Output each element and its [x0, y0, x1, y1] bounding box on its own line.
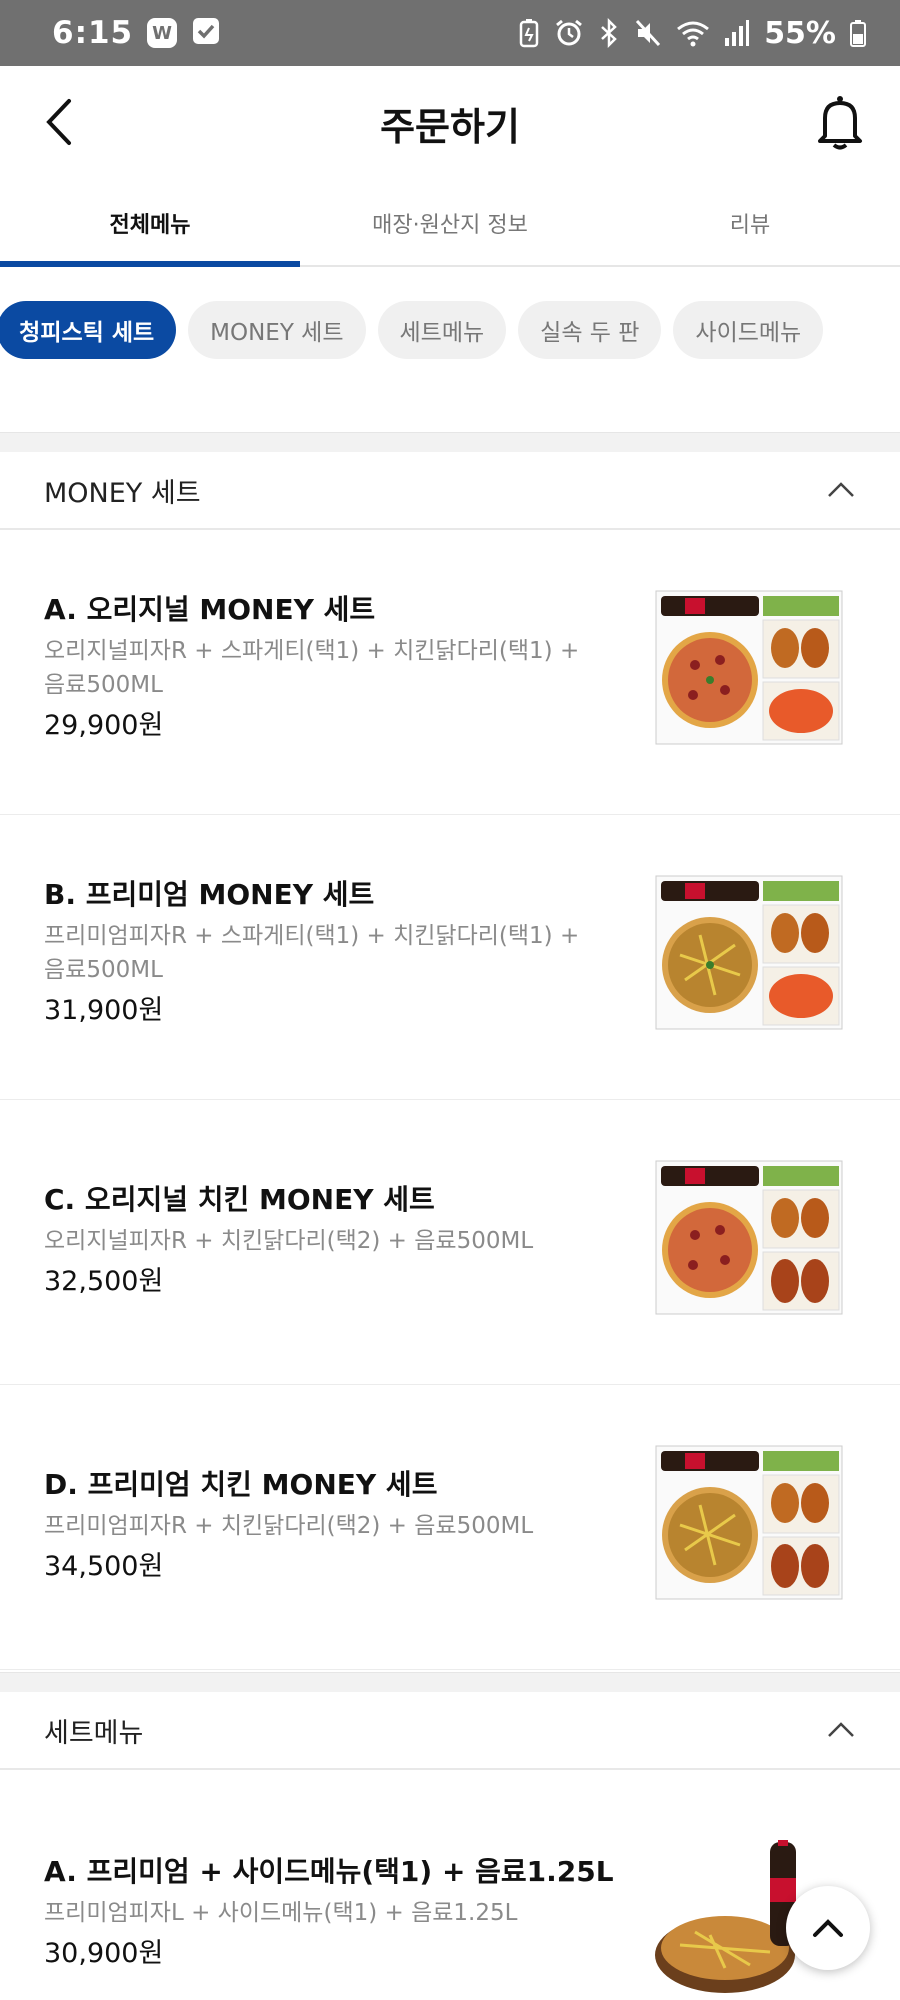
page-title: 주문하기: [380, 105, 520, 149]
tab-store-info[interactable]: 매장·원산지 정보: [300, 181, 600, 265]
chevron-up-icon: [828, 1722, 854, 1737]
status-bar: 6:15 W 55%: [0, 0, 900, 66]
set-box-image: [655, 1160, 843, 1315]
item-price: 29,900원: [44, 710, 164, 741]
scroll-top-button[interactable]: [786, 1886, 870, 1970]
tab-reviews[interactable]: 리뷰: [600, 181, 900, 265]
category-chip-row: 트 청피스틱 세트 MONEY 세트 세트메뉴 실속 두 판 사이드메뉴: [0, 267, 900, 432]
item-price: 34,500원: [44, 1551, 164, 1582]
menu-item[interactable]: A. 프리미엄 + 사이드메뉴(택1) + 음료1.25L 프리미엄피자L + …: [0, 1770, 900, 2000]
item-description: 오리지널피자R + 치킨닭다리(택2) + 음료500ML: [44, 1228, 534, 1254]
battery-icon: [850, 18, 866, 48]
menu-tabs: 전체메뉴 매장·원산지 정보 리뷰: [0, 181, 900, 267]
item-description: 오리지널피자R + 스파게티(택1) + 치킨닭다리(택1) + 음료500ML: [44, 638, 580, 698]
mute-icon: [634, 18, 662, 48]
category-chip[interactable]: 사이드메뉴: [673, 301, 824, 359]
item-description: 프리미엄피자R + 스파게티(택1) + 치킨닭다리(택1) + 음료500ML: [44, 923, 580, 983]
item-price: 31,900원: [44, 995, 164, 1026]
menu-item[interactable]: B. 프리미엄 MONEY 세트 프리미엄피자R + 스파게티(택1) + 치킨…: [0, 815, 900, 1100]
item-description: 프리미엄피자L + 사이드메뉴(택1) + 음료1.25L: [44, 1900, 518, 1926]
bell-icon: [818, 96, 862, 150]
category-chip[interactable]: 실속 두 판: [518, 301, 662, 359]
item-name: C. 오리지널 치킨 MONEY 세트: [44, 1183, 435, 1216]
category-chip[interactable]: 세트메뉴: [377, 301, 507, 359]
item-name: A. 프리미엄 + 사이드메뉴(택1) + 음료1.25L: [44, 1855, 614, 1888]
menu-item[interactable]: D. 프리미엄 치킨 MONEY 세트 프리미엄피자R + 치킨닭다리(택2) …: [0, 1385, 900, 1670]
chevron-up-icon: [828, 482, 854, 497]
alarm-icon: [554, 18, 584, 48]
section-title: MONEY 세트: [44, 477, 201, 509]
set-box-image: [655, 590, 843, 745]
item-name: A. 오리지널 MONEY 세트: [44, 593, 376, 626]
checkbox-notification-icon: [191, 16, 221, 50]
section-title: 세트메뉴: [44, 1717, 144, 1749]
app-header: 주문하기: [0, 66, 900, 181]
item-price: 30,900원: [44, 1938, 164, 1969]
wifi-icon: [676, 18, 710, 48]
chevron-up-icon: [813, 1919, 843, 1937]
category-chip-active[interactable]: 청피스틱 세트: [0, 301, 177, 359]
signal-icon: [724, 18, 750, 48]
category-chip[interactable]: MONEY 세트: [188, 301, 366, 359]
set-box-image: [655, 1445, 843, 1600]
item-name: D. 프리미엄 치킨 MONEY 세트: [44, 1468, 438, 1501]
item-name: B. 프리미엄 MONEY 세트: [44, 878, 375, 911]
battery-percent: 55%: [764, 15, 836, 51]
app-notification-icon: W: [147, 18, 178, 48]
section-divider: [0, 432, 900, 452]
battery-saver-icon: [518, 18, 540, 48]
item-price: 32,500원: [44, 1266, 164, 1297]
menu-item[interactable]: C. 오리지널 치킨 MONEY 세트 오리지널피자R + 치킨닭다리(택2) …: [0, 1100, 900, 1385]
section-divider: [0, 1672, 900, 1692]
tab-all-menu[interactable]: 전체메뉴: [0, 181, 300, 267]
notification-button[interactable]: [810, 92, 870, 152]
set-box-image: [655, 875, 843, 1030]
status-time: 6:15: [52, 15, 134, 51]
section-header-money-set[interactable]: MONEY 세트: [0, 452, 900, 530]
section-header-set-menu[interactable]: 세트메뉴: [0, 1692, 900, 1770]
item-description: 프리미엄피자R + 치킨닭다리(택2) + 음료500ML: [44, 1513, 534, 1539]
bluetooth-icon: [598, 18, 620, 48]
menu-item[interactable]: A. 오리지널 MONEY 세트 오리지널피자R + 스파게티(택1) + 치킨…: [0, 530, 900, 815]
